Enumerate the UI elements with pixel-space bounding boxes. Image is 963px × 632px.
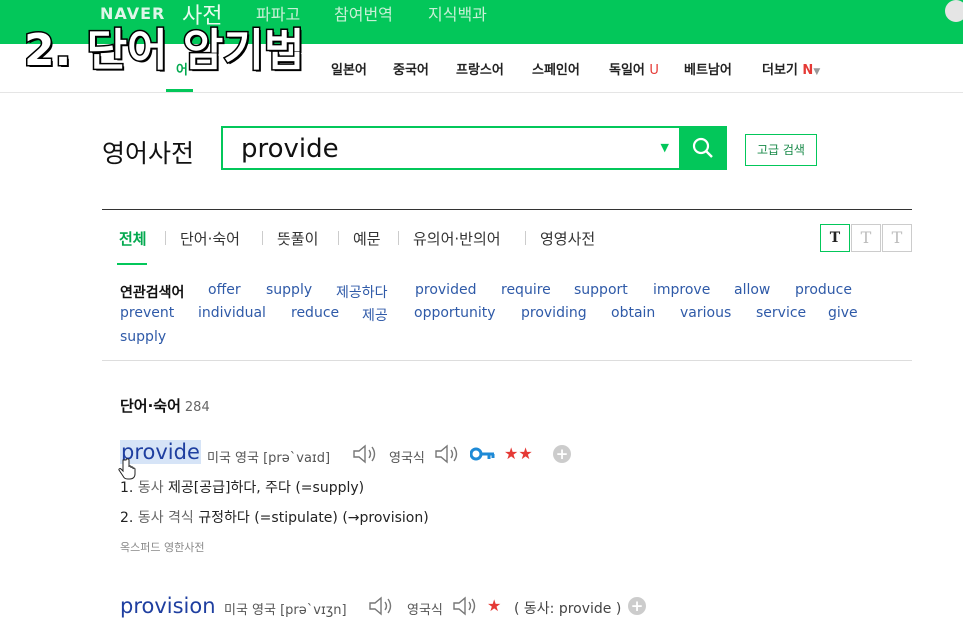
divider [398,231,399,245]
knowledge-link[interactable]: 지식백과 [428,1,487,25]
lang-tab-french[interactable]: 프랑스어 [456,59,504,78]
lang-tab-german[interactable]: 독일어 U [609,59,659,78]
result-count: 284 [184,400,210,415]
definition-text: 규정하다 (=stipulate) (→provision) [198,510,429,526]
divider [525,231,526,245]
divider [338,231,339,245]
update-badge: U [649,63,659,78]
related-link[interactable]: 제공하다 [336,282,388,302]
related-link[interactable]: improve [653,282,710,298]
related-link[interactable]: allow [734,282,770,298]
definition-line: 2. 동사 격식 규정하다 (=stipulate) (→provision) [120,507,429,527]
search-button[interactable] [679,126,727,170]
font-size-medium-button[interactable]: T [851,224,881,252]
related-link[interactable]: service [756,305,806,321]
lang-tab-japanese[interactable]: 일본어 [331,59,367,78]
definition-number: 1. [120,480,134,496]
pronunciation: 미국 영국 [prə`vɪʒn] [224,603,347,618]
definition-line: 1. 동사 제공[공급]하다, 주다 (=supply) [120,477,364,497]
definition-text: 제공[공급]하다, 주다 (=supply) [168,480,365,496]
search-input[interactable] [241,134,641,164]
dictionary-title: 영어사전 [102,139,195,168]
importance-stars: ★ [487,596,502,615]
divider [102,360,912,361]
related-link[interactable]: various [680,305,731,321]
lang-tab-more[interactable]: 더보기 N▼ [762,59,820,78]
active-lang-indicator [166,89,193,92]
key-icon[interactable] [470,446,496,462]
definition-number: 2. [120,510,134,526]
search-box: ▼ [221,126,679,170]
related-link[interactable]: reduce [291,305,339,321]
chevron-down-icon: ▼ [813,67,821,77]
lang-tab-chinese[interactable]: 중국어 [393,59,429,78]
add-wordbook-icon[interactable]: + [628,597,646,615]
active-tab-indicator [117,263,147,265]
section-title: 단어·숙어 284 [120,395,210,416]
part-of-speech: 동사 [137,480,164,496]
tab-english-english[interactable]: 영영사전 [540,228,595,249]
related-link[interactable]: obtain [611,305,655,321]
divider [165,231,166,245]
related-link[interactable]: give [828,305,858,321]
related-link[interactable]: offer [208,282,241,298]
speaker-icon[interactable] [452,596,478,616]
speaker-icon[interactable] [434,444,460,464]
lang-tab-vietnamese[interactable]: 베트남어 [684,59,732,78]
entry-word-link[interactable]: provision [120,594,216,618]
importance-stars: ★★ [504,444,533,463]
related-link[interactable]: prevent [120,305,174,321]
lang-label: 독일어 [609,63,645,78]
tabs-top-border [102,209,912,210]
section-label: 단어·숙어 [120,397,181,415]
related-link[interactable]: providing [521,305,587,321]
video-overlay-title: 2. 단어 암기법 [22,24,305,78]
related-link[interactable]: 제공 [362,305,388,325]
tab-words-idioms[interactable]: 단어·숙어 [180,228,240,249]
tab-synonyms[interactable]: 유의어·반의어 [413,228,501,249]
font-size-large-button[interactable]: T [882,224,912,252]
uk-pronunciation-label: 영국식 [407,603,443,618]
related-link[interactable]: opportunity [414,305,496,321]
related-link[interactable]: supply [120,329,166,345]
related-link[interactable]: individual [198,305,266,321]
speaker-icon[interactable] [352,444,378,464]
related-link[interactable]: provided [415,282,476,298]
related-link[interactable]: require [501,282,551,298]
more-label: 더보기 [762,63,798,78]
advanced-search-button[interactable]: 고급 검색 [745,134,817,166]
tab-all[interactable]: 전체 [119,228,147,249]
related-verb-note: ( 동사: provide ) [514,601,622,617]
translation-link[interactable]: 참여번역 [334,1,393,25]
add-wordbook-icon[interactable]: + [553,445,571,463]
autocomplete-toggle-icon[interactable]: ▼ [661,141,669,154]
related-link[interactable]: produce [795,282,852,298]
new-badge: N [802,63,814,78]
tab-examples[interactable]: 예문 [353,228,381,249]
uk-pronunciation-label: 영국식 [389,451,425,466]
pronunciation: 미국 영국 [prə`vaɪd] [207,451,331,466]
tab-meanings[interactable]: 뜻풀이 [277,228,318,249]
lang-tab-spanish[interactable]: 스페인어 [532,59,580,78]
font-size-small-button[interactable]: T [820,224,850,252]
dictionary-source[interactable]: 옥스퍼드 영한사전 [120,539,204,555]
related-searches-label: 연관검색어 [120,285,185,301]
divider [262,231,263,245]
speaker-icon[interactable] [368,596,394,616]
part-of-speech: 동사 격식 [137,510,194,526]
search-icon [692,137,713,158]
related-link[interactable]: supply [266,282,312,298]
user-avatar[interactable] [945,0,963,22]
related-link[interactable]: support [574,282,628,298]
